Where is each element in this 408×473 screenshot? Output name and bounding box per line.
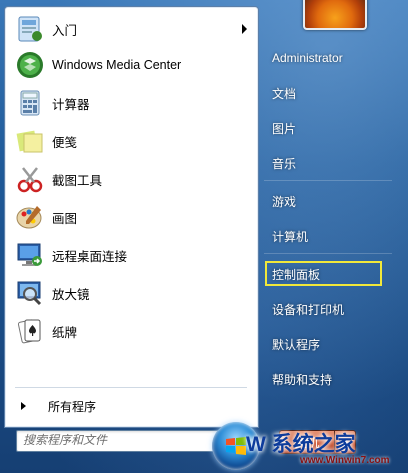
program-magnifier[interactable]: 放大镜 xyxy=(5,275,258,311)
search-input[interactable] xyxy=(17,431,223,449)
submenu-arrow-icon[interactable] xyxy=(242,24,247,34)
program-label: 纸牌 xyxy=(52,325,78,340)
right-item-music[interactable]: 音乐 xyxy=(265,151,391,175)
program-label: Windows Media Center xyxy=(52,58,182,72)
right-item-label: 设备和打印机 xyxy=(272,302,345,317)
expand-arrow-icon xyxy=(21,402,26,410)
separator xyxy=(15,387,247,388)
programs-pane: 入门 Windows Media Center 计算器 便笺 截图工具 画图 远… xyxy=(4,6,259,428)
right-item-label: 游戏 xyxy=(272,194,297,209)
solitaire-icon xyxy=(15,316,45,346)
right-item-label: 文档 xyxy=(272,86,297,101)
windows-logo-icon xyxy=(226,437,246,455)
separator xyxy=(264,253,392,254)
watermark-logo: W 系统之家 xyxy=(246,433,356,456)
program-calculator[interactable]: 计算器 xyxy=(5,85,258,121)
right-item-pictures[interactable]: 图片 xyxy=(265,116,391,140)
media-center-icon xyxy=(15,50,45,80)
right-item-label: 音乐 xyxy=(272,156,297,171)
program-snipping-tool[interactable]: 截图工具 xyxy=(5,161,258,197)
program-label: 入门 xyxy=(52,23,78,38)
right-item-devices-printers[interactable]: 设备和打印机 xyxy=(265,297,391,321)
program-label: 画图 xyxy=(52,211,78,226)
right-item-default-programs[interactable]: 默认程序 xyxy=(265,332,391,356)
program-label: 截图工具 xyxy=(52,173,103,188)
right-item-label: Administrator xyxy=(272,51,343,65)
getting-started-icon xyxy=(15,14,45,44)
snipping-tool-icon xyxy=(15,164,45,194)
program-label: 便笺 xyxy=(52,135,78,150)
right-item-games[interactable]: 游戏 xyxy=(265,189,391,213)
right-item-label: 计算机 xyxy=(272,229,309,244)
program-label: 远程桌面连接 xyxy=(52,249,128,264)
program-label: 计算器 xyxy=(52,97,90,112)
program-paint[interactable]: 画图 xyxy=(5,199,258,235)
separator xyxy=(264,180,392,181)
program-remote-desktop[interactable]: 远程桌面连接 xyxy=(5,237,258,273)
calculator-icon xyxy=(15,88,45,118)
sticky-notes-icon xyxy=(15,126,45,156)
highlight-box xyxy=(265,261,382,286)
paint-icon xyxy=(15,202,45,232)
remote-desktop-icon xyxy=(15,240,45,270)
right-item-documents[interactable]: 文档 xyxy=(265,81,391,105)
right-item-label: 默认程序 xyxy=(272,337,321,352)
program-media-center[interactable]: Windows Media Center xyxy=(5,47,258,83)
watermark-url: www.Winwin7.com xyxy=(300,455,390,466)
right-item-label: 帮助和支持 xyxy=(272,372,333,387)
right-item-user[interactable]: Administrator xyxy=(265,46,391,70)
program-getting-started[interactable]: 入门 xyxy=(5,11,258,47)
right-item-help-support[interactable]: 帮助和支持 xyxy=(265,367,391,391)
program-solitaire[interactable]: 纸牌 xyxy=(5,313,258,349)
right-item-label: 图片 xyxy=(272,121,297,136)
program-label: 放大镜 xyxy=(52,287,90,302)
program-sticky-notes[interactable]: 便笺 xyxy=(5,123,258,159)
user-picture[interactable] xyxy=(303,0,367,30)
magnifier-icon xyxy=(15,278,45,308)
all-programs-label: 所有程序 xyxy=(48,399,97,414)
all-programs-button[interactable]: 所有程序 xyxy=(5,394,258,418)
right-item-computer[interactable]: 计算机 xyxy=(265,224,391,248)
